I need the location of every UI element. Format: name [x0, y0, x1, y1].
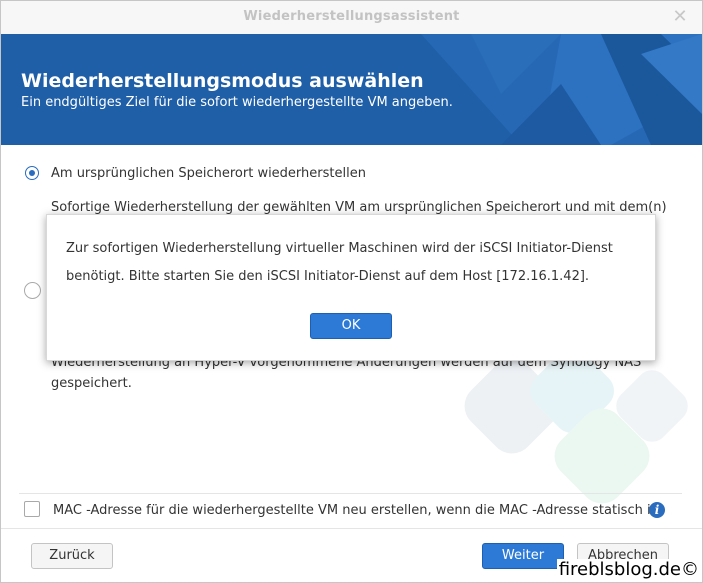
- option-hyperv-description-line2: gespeichert.: [51, 376, 132, 391]
- dialog-ok-button[interactable]: OK: [310, 313, 392, 339]
- back-button[interactable]: Zurück: [31, 543, 113, 569]
- option-original-location-label[interactable]: Am ursprünglichen Speicherort wiederhers…: [51, 166, 366, 181]
- radio-hyperv-option[interactable]: [24, 282, 41, 299]
- section-divider: [19, 493, 682, 494]
- footer-divider: [1, 528, 702, 529]
- iscsi-warning-dialog: Zur sofortigen Wiederherstellung virtuel…: [46, 214, 656, 361]
- mac-address-checkbox[interactable]: [24, 501, 40, 517]
- banner-subtitle: Ein endgültiges Ziel für die sofort wied…: [21, 95, 453, 110]
- option-original-location-description: Sofortige Wiederherstellung der gewählte…: [51, 200, 667, 215]
- dialog-message-line1: Zur sofortigen Wiederherstellung virtuel…: [66, 241, 613, 256]
- radio-original-location[interactable]: [25, 166, 39, 180]
- window-title: Wiederherstellungsassistent: [243, 9, 460, 24]
- next-button[interactable]: Weiter: [482, 543, 564, 569]
- dialog-message-line2: benötigt. Bitte starten Sie den iSCSI In…: [66, 269, 590, 284]
- restore-wizard-window: Wiederherstellungsassistent ✕ Wiederhers…: [0, 0, 703, 583]
- mac-address-label[interactable]: MAC -Adresse für die wiederhergestellte …: [53, 503, 662, 518]
- info-icon[interactable]: i: [649, 502, 665, 518]
- close-icon[interactable]: ✕: [670, 7, 690, 27]
- synology-watermark: [464, 348, 688, 504]
- title-bar: Wiederherstellungsassistent ✕: [1, 1, 702, 35]
- watermark-credit: fireblsblog.de©: [556, 559, 701, 580]
- banner-heading: Wiederherstellungsmodus auswählen: [21, 70, 424, 92]
- header-banner: Wiederherstellungsmodus auswählen Ein en…: [1, 34, 702, 145]
